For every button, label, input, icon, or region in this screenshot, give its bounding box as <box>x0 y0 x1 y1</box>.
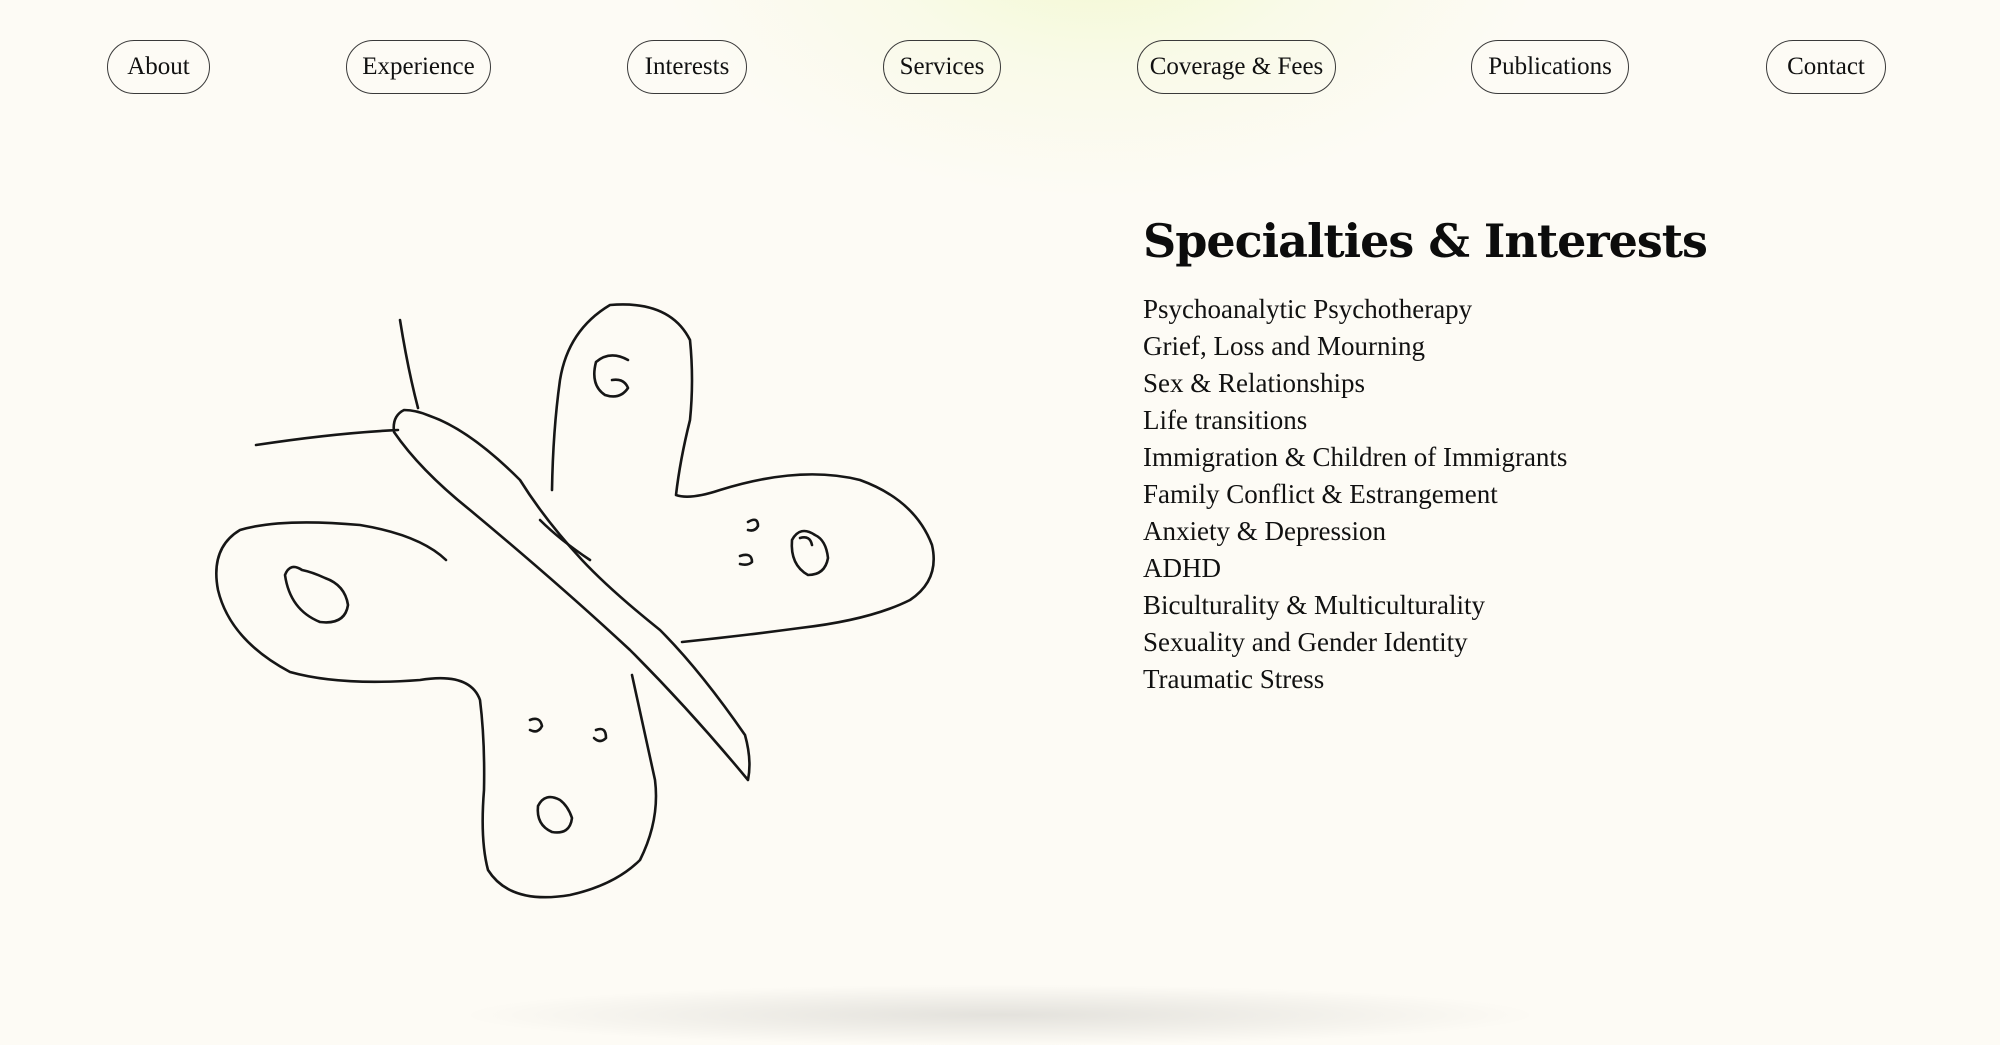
main-navigation: About Experience Interests Services Cove… <box>0 0 2000 140</box>
list-item: Grief, Loss and Mourning <box>1143 331 1425 361</box>
wing-spot-4 <box>536 795 574 834</box>
wing-dot-3 <box>528 717 544 733</box>
wing-dot-1 <box>746 518 760 532</box>
butterfly-body <box>392 408 751 782</box>
nav-interests-button[interactable]: Interests <box>627 40 747 94</box>
butterfly-icon <box>215 303 935 899</box>
bottom-shadow <box>470 985 1530 1045</box>
nav-about-button[interactable]: About <box>107 40 210 94</box>
nav-contact-button[interactable]: Contact <box>1766 40 1886 94</box>
specialties-list: Psychoanalytic Psychotherapy Grief, Loss… <box>1143 291 1903 698</box>
antenna-upper <box>398 318 420 410</box>
nav-services-button[interactable]: Services <box>883 40 1001 94</box>
page-title: Specialties & Interests <box>1143 214 1708 268</box>
list-item: Family Conflict & Estrangement <box>1143 479 1498 509</box>
butterfly-illustration <box>200 290 960 910</box>
list-item: Traumatic Stress <box>1143 664 1325 694</box>
specialties-section: Specialties & Interests Psychoanalytic P… <box>1143 205 1903 698</box>
list-item: Life transitions <box>1143 405 1308 435</box>
nav-publications-button[interactable]: Publications <box>1471 40 1629 94</box>
nav-coverage-fees-button[interactable]: Coverage & Fees <box>1137 40 1336 94</box>
antenna-lower <box>254 428 400 447</box>
list-item: Sex & Relationships <box>1143 368 1365 398</box>
list-item: Immigration & Children of Immigrants <box>1143 442 1568 472</box>
list-item: Psychoanalytic Psychotherapy <box>1143 294 1473 324</box>
wing-spot-1 <box>593 354 630 398</box>
wing-dot-2 <box>738 553 754 566</box>
list-item: Sexuality and Gender Identity <box>1143 627 1468 657</box>
list-item: ADHD <box>1143 553 1221 583</box>
wing-dot-4 <box>592 727 608 743</box>
wing-left <box>215 521 658 899</box>
wing-spot-3 <box>790 529 830 577</box>
nav-experience-button[interactable]: Experience <box>346 40 491 94</box>
wing-spot-2 <box>283 565 350 624</box>
list-item: Anxiety & Depression <box>1143 516 1386 546</box>
list-item: Biculturality & Multiculturality <box>1143 590 1485 620</box>
